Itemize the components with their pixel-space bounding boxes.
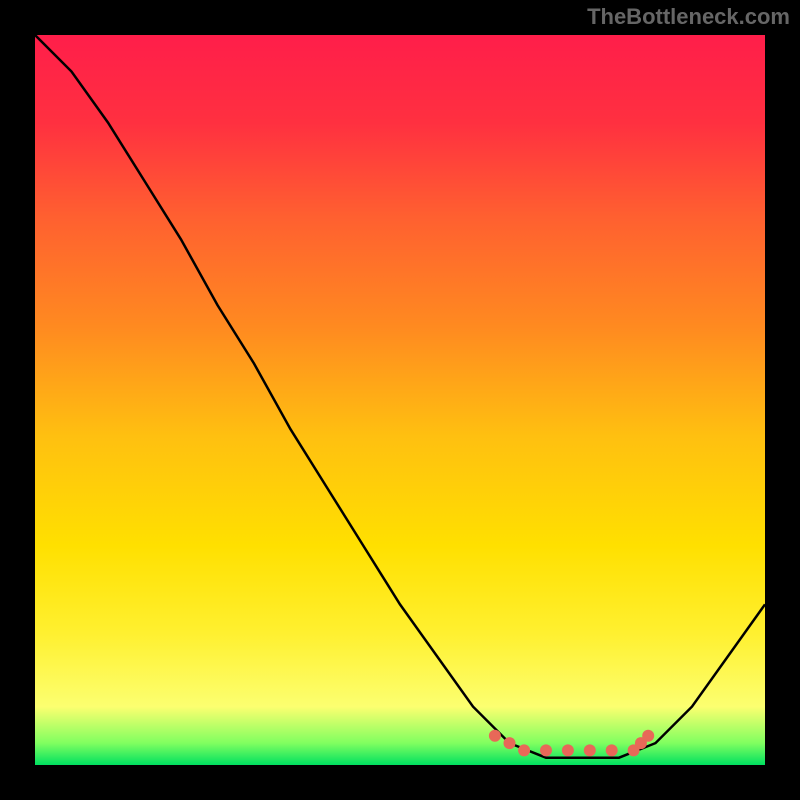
marker-dot	[504, 737, 516, 749]
watermark-text: TheBottleneck.com	[587, 4, 790, 30]
marker-dot	[540, 744, 552, 756]
marker-dot	[562, 744, 574, 756]
marker-dot	[584, 744, 596, 756]
chart-container: TheBottleneck.com	[0, 0, 800, 800]
marker-dot	[518, 744, 530, 756]
marker-dot	[642, 730, 654, 742]
plot-area	[35, 35, 765, 765]
marker-dot	[489, 730, 501, 742]
optimal-zone-markers	[489, 730, 654, 757]
marker-dot	[606, 744, 618, 756]
chart-svg	[35, 35, 765, 765]
bottleneck-curve	[35, 35, 765, 758]
